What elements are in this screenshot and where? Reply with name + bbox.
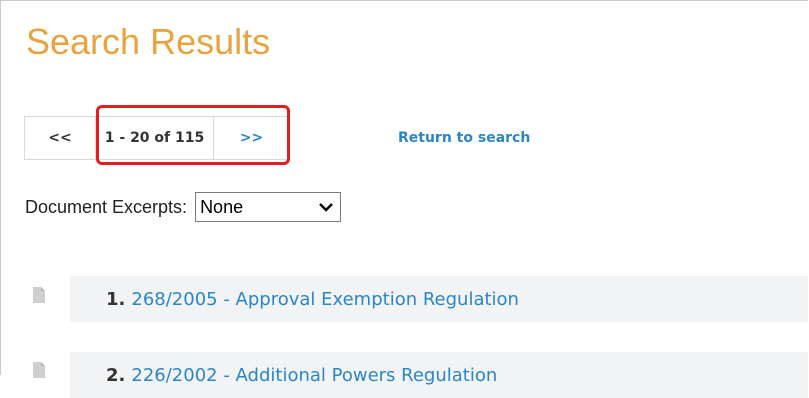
document-icon bbox=[33, 362, 45, 378]
result-number: 1. bbox=[106, 288, 126, 310]
return-to-search-link[interactable]: Return to search bbox=[398, 128, 530, 148]
result-number: 2. bbox=[106, 364, 126, 386]
page-title: Search Results bbox=[26, 21, 271, 62]
chevron-down-icon bbox=[318, 201, 334, 213]
result-title-link[interactable]: 226/2002 - Additional Powers Regulation bbox=[131, 365, 497, 386]
document-excerpts-select[interactable]: None bbox=[195, 192, 342, 222]
result-item: 1. 268/2005 - Approval Exemption Regulat… bbox=[70, 276, 808, 322]
document-excerpts-selected-value: None bbox=[200, 196, 244, 217]
previous-page-button[interactable]: << bbox=[24, 116, 96, 160]
result-item: 2. 226/2002 - Additional Powers Regulati… bbox=[70, 352, 808, 398]
document-excerpts-label: Document Excerpts: bbox=[25, 196, 188, 217]
range-highlight-box bbox=[96, 105, 290, 165]
document-icon bbox=[33, 287, 45, 303]
result-title-link[interactable]: 268/2005 - Approval Exemption Regulation bbox=[131, 289, 519, 310]
document-excerpts-control: Document Excerpts: None bbox=[25, 192, 342, 222]
